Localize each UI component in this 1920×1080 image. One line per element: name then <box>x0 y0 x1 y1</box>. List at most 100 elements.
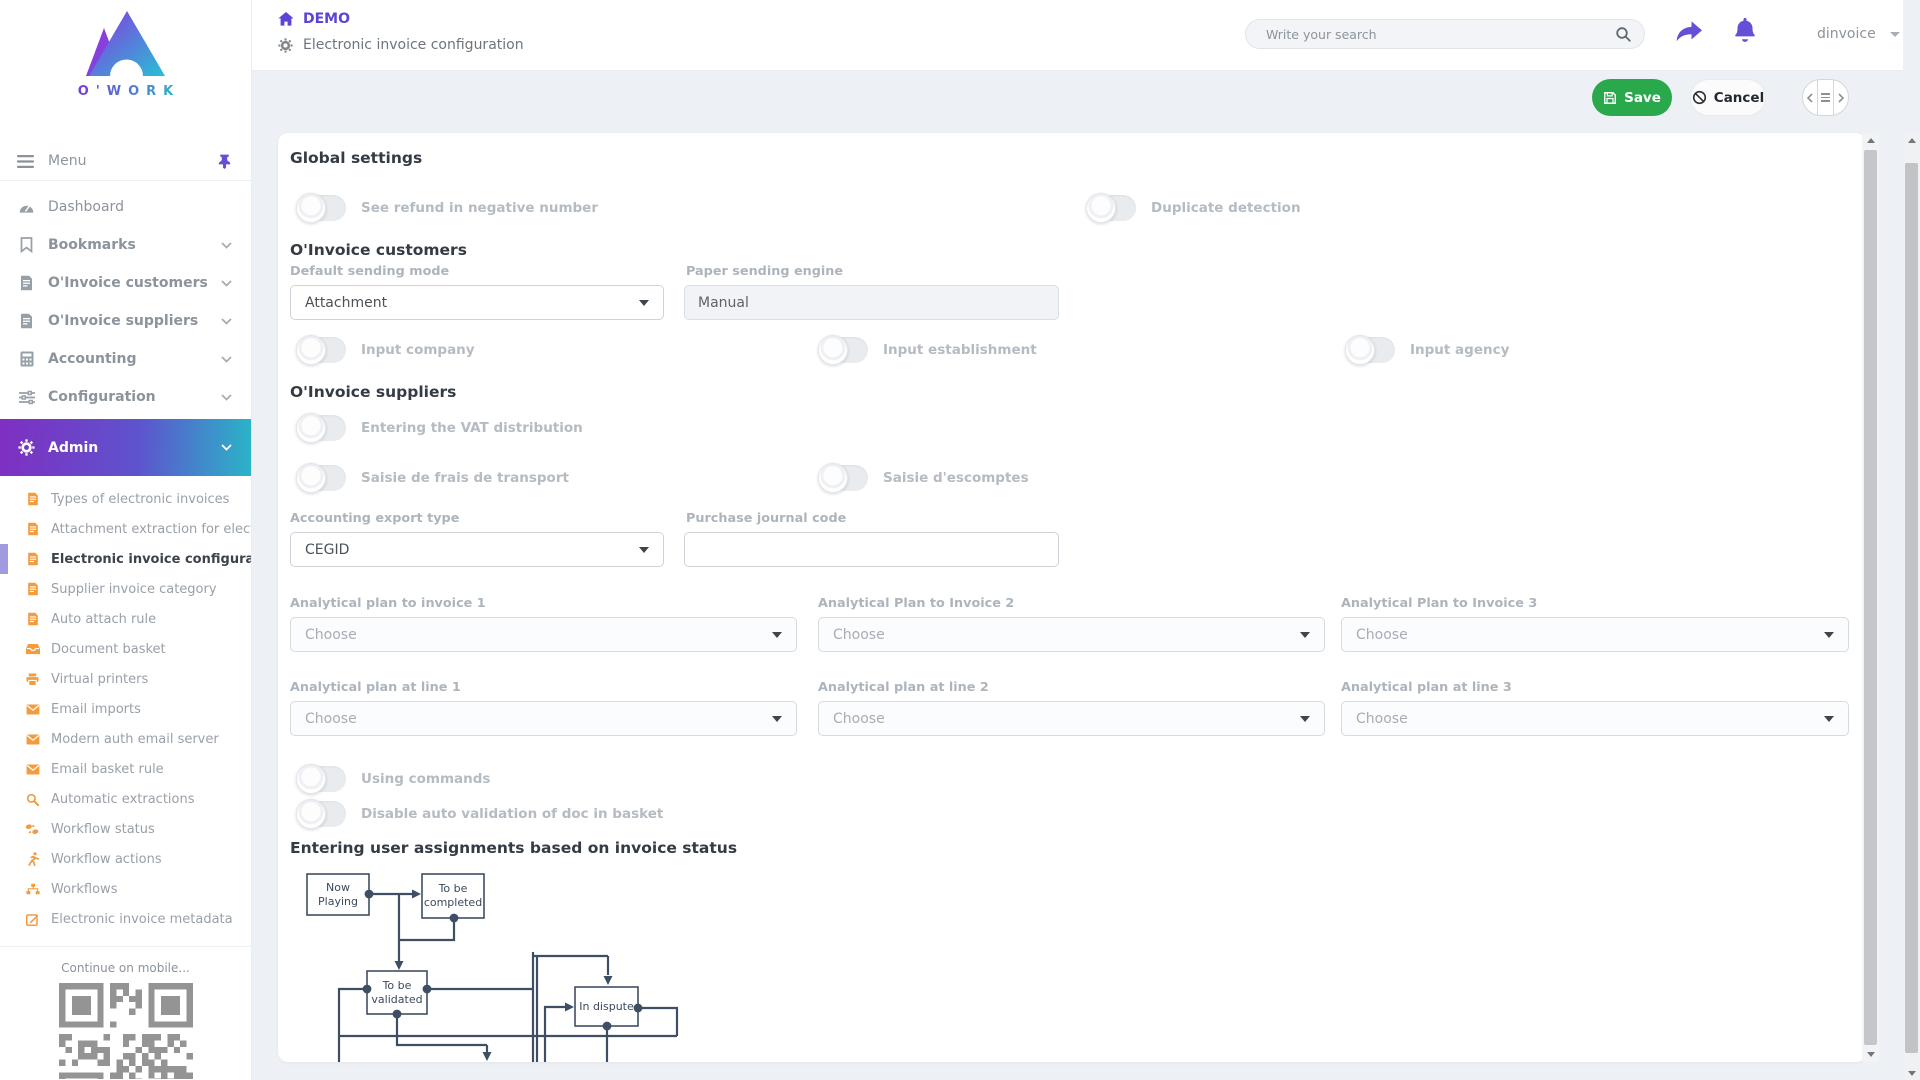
select-value: Choose <box>1356 711 1408 727</box>
gear-icon <box>17 439 36 456</box>
accounting-export-type-select[interactable]: CEGID <box>290 532 664 567</box>
workflow-node-now-playing[interactable]: Now Playing <box>307 874 369 915</box>
save-label: Save <box>1624 90 1661 106</box>
save-button[interactable]: Save <box>1592 79 1672 116</box>
invoice-file-icon <box>25 582 40 596</box>
toggle-label: Entering the VAT distribution <box>361 420 583 436</box>
vat-distribution-toggle[interactable] <box>298 415 346 441</box>
section-title-customers: O'Invoice customers <box>290 241 467 259</box>
submenu-item-virtual-printers[interactable]: Virtual printers <box>0 664 251 694</box>
chevron-down-icon <box>221 444 232 451</box>
workflow-node-to-be-validated[interactable]: To be validated <box>367 971 427 1014</box>
using-commands-toggle[interactable] <box>298 766 346 792</box>
input-establishment-toggle[interactable] <box>820 337 868 363</box>
user-name: dinvoice <box>1817 26 1876 42</box>
scroll-up-arrow[interactable] <box>1867 138 1875 143</box>
invoice-file-icon <box>25 492 40 506</box>
submenu-item-email-imports[interactable]: Email imports <box>0 694 251 724</box>
invoice-file-icon <box>25 522 40 536</box>
submenu-item-types-of-electronic-invoices[interactable]: Types of electronic invoices <box>0 484 251 514</box>
hamburger-icon[interactable] <box>17 154 34 169</box>
toggle-label: Using commands <box>361 771 490 787</box>
input-company-toggle[interactable] <box>298 337 346 363</box>
admin-submenu: Types of electronic invoices Attachment … <box>0 476 251 934</box>
invoice-file-icon <box>25 552 40 566</box>
default-sending-mode-select[interactable]: Attachment <box>290 285 664 320</box>
page-title-row: Electronic invoice configuration <box>278 37 524 53</box>
scroll-up-arrow[interactable] <box>1908 138 1916 143</box>
scroll-down-arrow[interactable] <box>1908 1071 1916 1076</box>
submenu-item-electronic-invoice-metadata[interactable]: Electronic invoice metadata <box>0 904 251 934</box>
scrollbar-thumb[interactable] <box>1905 163 1918 1053</box>
bell-icon[interactable] <box>1733 15 1757 43</box>
submenu-item-label: Virtual printers <box>51 672 148 687</box>
pager-next-icon[interactable] <box>1834 80 1848 115</box>
pin-icon[interactable] <box>218 154 231 169</box>
pager-prev-icon[interactable] <box>1803 80 1817 115</box>
scroll-down-arrow[interactable] <box>1867 1052 1875 1057</box>
analytical-plan-invoice-1-select[interactable]: Choose <box>290 617 797 652</box>
sidebar-item-oinvoice-suppliers[interactable]: O'Invoice suppliers <box>0 302 251 340</box>
sidebar-item-oinvoice-customers[interactable]: O'Invoice customers <box>0 264 251 302</box>
gauge-icon <box>17 200 36 214</box>
workflow-diagram[interactable]: Now Playing To be completed To be valida… <box>300 868 730 1062</box>
sidebar: O'WORK Menu Dashboard Bookmarks <box>0 0 252 1080</box>
toggle-row-using-commands: Using commands <box>298 764 490 794</box>
toggle-row-input-agency: Input agency <box>1347 335 1509 365</box>
submenu-item-automatic-extractions[interactable]: Automatic extractions <box>0 784 251 814</box>
escomptes-toggle[interactable] <box>820 465 868 491</box>
workflow-node-to-be-completed[interactable]: To be completed <box>422 874 484 918</box>
workflow-node-in-dispute[interactable]: In dispute <box>575 987 638 1026</box>
submenu-item-workflow-status[interactable]: Workflow status <box>0 814 251 844</box>
card-scrollbar[interactable] <box>1862 133 1879 1062</box>
submenu-item-modern-auth-email-server[interactable]: Modern auth email server <box>0 724 251 754</box>
user-menu[interactable]: dinvoice <box>1817 26 1900 42</box>
search-input[interactable] <box>1264 26 1615 43</box>
sidebar-item-label: O'Invoice suppliers <box>48 313 221 329</box>
submenu-item-auto-attach-rule[interactable]: Auto attach rule <box>0 604 251 634</box>
sidebar-item-configuration[interactable]: Configuration <box>0 378 251 416</box>
field-label: Analytical plan at line 1 <box>290 680 461 695</box>
sidebar-item-bookmarks[interactable]: Bookmarks <box>0 226 251 264</box>
paper-sending-engine-input[interactable] <box>684 285 1059 320</box>
see-refund-toggle[interactable] <box>298 195 346 221</box>
submenu-item-electronic-invoice-configuration[interactable]: Electronic invoice configuration <box>0 544 251 574</box>
cancel-button[interactable]: Cancel <box>1690 79 1766 116</box>
select-value: Choose <box>833 711 885 727</box>
submenu-item-attachment-extraction[interactable]: Attachment extraction for electronic inv… <box>0 514 251 544</box>
input-agency-toggle[interactable] <box>1347 337 1395 363</box>
page-scrollbar[interactable] <box>1903 133 1920 1080</box>
pager-list-icon[interactable] <box>1817 80 1833 115</box>
submenu-item-workflows[interactable]: Workflows <box>0 874 251 904</box>
gear-icon <box>278 38 293 53</box>
analytical-plan-line-1-select[interactable]: Choose <box>290 701 797 736</box>
analytical-plan-invoice-3-select[interactable]: Choose <box>1341 617 1849 652</box>
submenu-item-workflow-actions[interactable]: Workflow actions <box>0 844 251 874</box>
frais-transport-toggle[interactable] <box>298 465 346 491</box>
purchase-journal-code-input[interactable] <box>684 532 1059 567</box>
analytical-plan-line-2-select[interactable]: Choose <box>818 701 1325 736</box>
sidebar-item-dashboard[interactable]: Dashboard <box>0 188 251 226</box>
field-label: Default sending mode <box>290 264 449 279</box>
search-icon[interactable] <box>1615 26 1632 43</box>
printer-icon <box>25 673 40 686</box>
sidebar-item-accounting[interactable]: Accounting <box>0 340 251 378</box>
page-title: Electronic invoice configuration <box>303 37 524 53</box>
analytical-plan-invoice-2-select[interactable]: Choose <box>818 617 1325 652</box>
share-icon[interactable] <box>1675 18 1703 43</box>
submenu-item-document-basket[interactable]: Document basket <box>0 634 251 664</box>
toggle-row-duplicate-detection: Duplicate detection <box>1088 193 1301 223</box>
sidebar-item-admin[interactable]: Admin <box>0 419 251 476</box>
sidebar-item-label: Configuration <box>48 389 221 405</box>
sitemap-icon <box>25 883 40 895</box>
scrollbar-thumb[interactable] <box>1864 150 1877 1045</box>
submenu-item-email-basket-rule[interactable]: Email basket rule <box>0 754 251 784</box>
invoice-file-icon <box>17 275 36 291</box>
submenu-item-label: Workflows <box>51 882 117 897</box>
breadcrumb[interactable]: DEMO <box>278 11 350 27</box>
analytical-plan-line-3-select[interactable]: Choose <box>1341 701 1849 736</box>
duplicate-detection-toggle[interactable] <box>1088 195 1136 221</box>
disable-auto-validation-toggle[interactable] <box>298 801 346 827</box>
submenu-item-supplier-invoice-category[interactable]: Supplier invoice category <box>0 574 251 604</box>
submenu-item-label: Automatic extractions <box>51 792 195 807</box>
